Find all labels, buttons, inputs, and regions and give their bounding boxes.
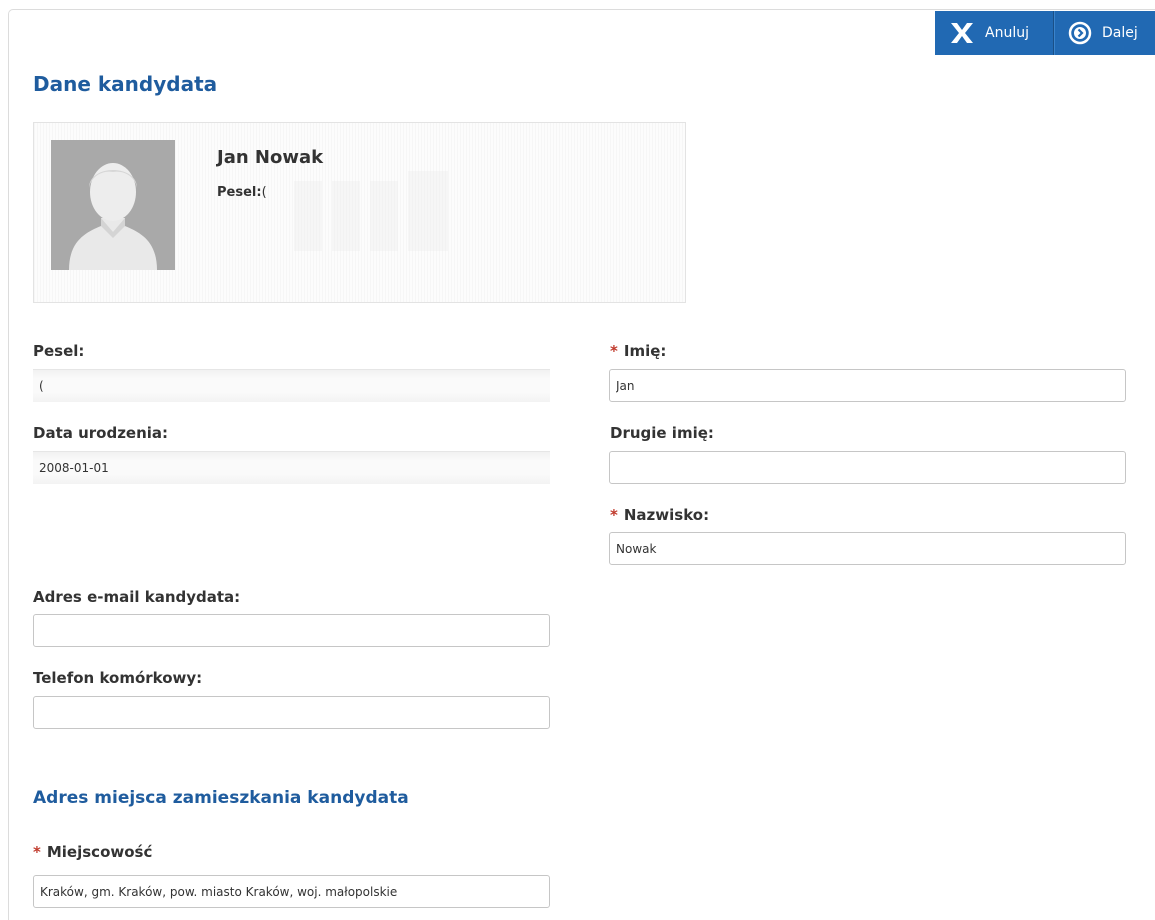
next-button[interactable]: Dalej [1054,11,1138,55]
birth-date-label: Data urodzenia: [33,424,169,442]
candidate-pesel-label: Pesel: [217,185,262,200]
second-name-field[interactable] [609,451,1126,484]
pesel-field[interactable] [33,369,550,402]
city-label-row: * Miejscowość [33,843,152,861]
first-name-label: Imię: [623,342,667,360]
city-field[interactable] [33,875,550,908]
phone-label: Telefon komórkowy: [33,669,203,687]
action-toolbar: Anuluj Dalej [935,11,1155,55]
close-icon [949,22,975,44]
first-name-label-row: * Imię: [610,342,666,360]
pesel-label: Pesel: [33,342,85,360]
cancel-button[interactable]: Anuluj [935,11,1053,55]
candidate-pesel-value: ( [261,185,267,200]
required-mark: * [33,843,41,861]
watermark-graphic [294,171,448,251]
second-name-label: Drugie imię: [610,424,714,442]
candidate-profile-card: Jan Nowak Pesel:( [33,122,686,303]
address-section-title: Adres miejsca zamieszkania kandydata [33,788,409,808]
next-button-label: Dalej [1102,25,1138,41]
first-name-field[interactable] [609,369,1126,402]
last-name-field[interactable] [609,532,1126,565]
cancel-button-label: Anuluj [985,25,1029,41]
chevron-circle-right-icon [1068,21,1092,45]
last-name-label-row: * Nazwisko: [610,506,709,524]
birth-date-field[interactable] [33,451,550,484]
email-field[interactable] [33,614,550,647]
last-name-label: Nazwisko: [623,506,710,524]
city-label: Miejscowość [46,843,153,861]
required-mark: * [610,506,618,524]
user-silhouette-icon [51,140,175,270]
page-title: Dane kandydata [33,72,218,96]
required-mark: * [610,342,618,360]
phone-field[interactable] [33,696,550,729]
email-label: Adres e-mail kandydata: [33,588,241,606]
candidate-pesel: Pesel:( [217,185,267,200]
